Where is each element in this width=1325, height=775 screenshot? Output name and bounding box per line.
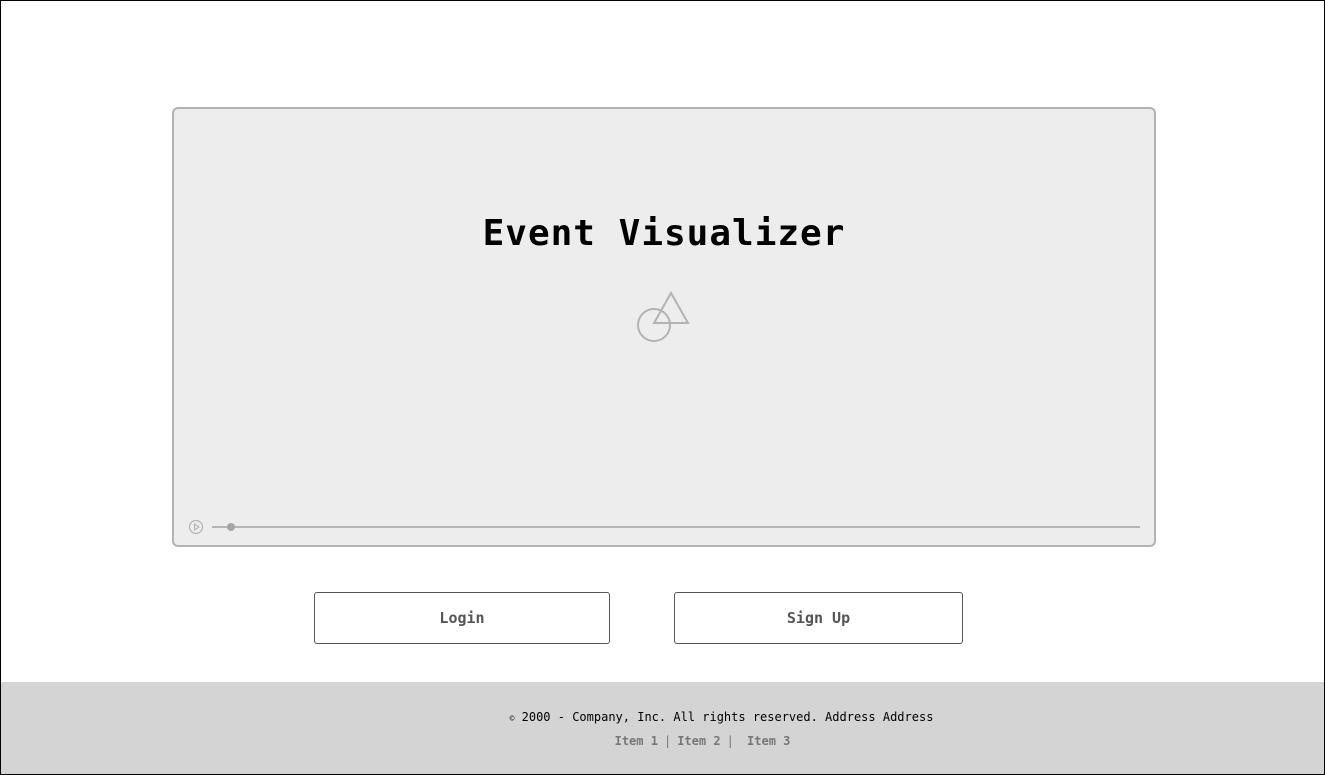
footer: © 2000 - Company, Inc. All rights reserv… xyxy=(1,682,1324,774)
footer-separator: | xyxy=(726,734,734,748)
copyright-symbol: © xyxy=(509,714,515,723)
signup-button[interactable]: Sign Up xyxy=(674,592,963,644)
footer-separator: | xyxy=(663,734,672,748)
footer-links: Item 1 | Item 2 | Item 3 xyxy=(1,734,1324,748)
footer-link-item-3[interactable]: Item 3 xyxy=(747,734,790,748)
progress-bar[interactable] xyxy=(212,523,1140,531)
page-frame: Event Visualizer Login Sign Up © 2000 - … xyxy=(0,0,1325,775)
footer-copyright: © 2000 - Company, Inc. All rights reserv… xyxy=(1,710,1324,724)
footer-link-item-2[interactable]: Item 2 xyxy=(677,734,720,748)
footer-link-item-1[interactable]: Item 1 xyxy=(615,734,658,748)
copyright-text: 2000 - Company, Inc. All rights reserved… xyxy=(521,710,934,724)
progress-thumb[interactable] xyxy=(226,523,235,531)
play-icon[interactable] xyxy=(188,519,204,535)
page-title: Event Visualizer xyxy=(482,213,846,254)
video-player[interactable]: Event Visualizer xyxy=(172,107,1156,547)
login-button[interactable]: Login xyxy=(314,592,610,644)
shapes-placeholder-icon xyxy=(637,291,690,342)
